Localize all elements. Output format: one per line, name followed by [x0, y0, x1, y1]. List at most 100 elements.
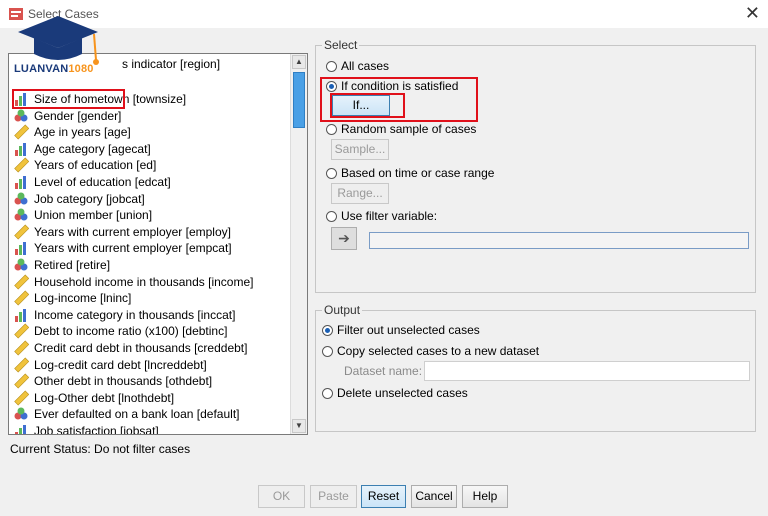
if-condition-label: If condition is satisfied — [341, 79, 459, 93]
list-item[interactable]: Years of education [ed] — [13, 157, 156, 173]
list-item[interactable]: Years with current employer [empcat] — [13, 240, 232, 256]
radio-random-sample[interactable]: Random sample of cases — [326, 122, 476, 136]
radio-button[interactable] — [326, 210, 337, 222]
list-item[interactable]: Debt to income ratio (x100) [debtinc] — [13, 323, 227, 339]
list-item[interactable]: Credit card debt in thousands [creddebt] — [13, 340, 247, 356]
list-item[interactable]: Job satisfaction [jobsat] — [13, 423, 159, 435]
close-icon[interactable]: ✕ — [745, 3, 760, 24]
scale-ruler-icon — [13, 323, 30, 339]
list-item[interactable]: Job category [jobcat] — [13, 191, 145, 207]
nominal-circles-icon — [13, 207, 29, 223]
scale-ruler-icon — [13, 390, 30, 406]
ordinal-bars-icon — [13, 174, 29, 190]
radio-copy-selected[interactable]: Copy selected cases to a new dataset — [322, 344, 539, 358]
variable-label: Job category [jobcat] — [34, 191, 145, 206]
nominal-circles-icon — [13, 257, 29, 273]
scale-ruler-icon — [13, 157, 30, 173]
list-scrollbar[interactable]: ▲ ▼ — [290, 54, 307, 434]
radio-if-condition[interactable]: If condition is satisfied — [326, 79, 458, 93]
radio-filter-variable[interactable]: Use filter variable: — [326, 209, 437, 223]
radio-button[interactable] — [326, 167, 337, 179]
radio-button[interactable] — [322, 345, 333, 357]
list-item[interactable]: Union member [union] — [13, 207, 152, 223]
select-legend: Select — [322, 38, 360, 52]
nominal-circles-icon — [13, 406, 29, 422]
radio-delete-unselected[interactable]: Delete unselected cases — [322, 386, 468, 400]
scale-ruler-icon — [13, 290, 30, 306]
reset-button[interactable]: Reset — [361, 485, 406, 508]
scroll-down-arrow-icon[interactable]: ▼ — [292, 419, 306, 433]
list-item[interactable]: Age in years [age] — [13, 124, 131, 140]
variable-label: Log-income [lninc] — [34, 291, 132, 306]
radio-button[interactable] — [326, 80, 337, 92]
variable-label: Income category in thousands [inccat] — [34, 307, 236, 322]
list-item[interactable]: Gender [gender] — [13, 108, 121, 124]
scale-ruler-icon — [13, 124, 30, 140]
delete-unselected-label: Delete unselected cases — [337, 386, 468, 400]
variable-label: Years with current employer [employ] — [34, 224, 231, 239]
ordinal-bars-icon — [13, 91, 29, 107]
scale-ruler-icon — [13, 373, 30, 389]
variable-label: Years of education [ed] — [34, 158, 157, 173]
variable-label: Job satisfaction [jobsat] — [34, 424, 159, 435]
variable-label: Household income in thousands [income] — [34, 274, 254, 289]
variable-label: Level of education [edcat] — [34, 175, 171, 189]
variable-label: Age in years [age] — [34, 125, 131, 140]
ordinal-bars-icon — [13, 423, 29, 434]
scale-ruler-icon — [13, 224, 30, 240]
list-item[interactable]: Age category [agecat] — [13, 141, 151, 157]
cancel-button[interactable]: Cancel — [411, 485, 457, 508]
ordinal-bars-icon — [13, 307, 29, 323]
current-status: Current Status: Do not filter cases — [10, 442, 191, 456]
scale-ruler-icon — [13, 274, 30, 290]
copy-selected-label: Copy selected cases to a new dataset — [337, 344, 540, 358]
radio-button[interactable] — [322, 387, 333, 399]
radio-time-range[interactable]: Based on time or case range — [326, 166, 494, 180]
logo-wordmark: LUANVAN1080 — [14, 63, 94, 75]
ok-button[interactable]: OK — [258, 485, 305, 508]
range-button[interactable]: Range... — [331, 183, 389, 204]
nominal-circles-icon — [13, 191, 29, 207]
list-item[interactable]: Size of hometown [townsize] — [13, 91, 186, 107]
sample-button[interactable]: Sample... — [331, 139, 389, 160]
radio-filter-out[interactable]: Filter out unselected cases — [322, 323, 480, 337]
move-right-arrow-icon[interactable]: ➔ — [331, 227, 357, 250]
help-button[interactable]: Help — [462, 485, 508, 508]
all-cases-label: All cases — [341, 59, 390, 73]
filter-variable-field[interactable] — [369, 232, 749, 249]
list-item[interactable]: Log-credit card debt [lncreddebt] — [13, 357, 207, 373]
list-item[interactable]: Other debt in thousands [othdebt] — [13, 373, 212, 389]
nominal-circles-icon — [13, 108, 29, 124]
scroll-thumb[interactable] — [293, 72, 305, 128]
radio-all-cases[interactable]: All cases — [326, 59, 389, 73]
list-item[interactable]: Income category in thousands [inccat] — [13, 307, 235, 323]
variable-label: Other debt in thousands [othdebt] — [34, 374, 213, 389]
random-sample-label: Random sample of cases — [341, 122, 477, 136]
scale-ruler-icon — [13, 340, 30, 356]
list-item[interactable]: Household income in thousands [income] — [13, 274, 253, 290]
variable-label: Years with current employer [empcat] — [34, 241, 232, 256]
radio-button[interactable] — [326, 123, 337, 135]
output-legend: Output — [322, 303, 363, 317]
variable-label: Union member [union] — [34, 208, 153, 223]
variable-label: Ever defaulted on a bank loan [default] — [34, 407, 240, 422]
variable-label: Credit card debt in thousands [creddebt] — [34, 341, 248, 355]
scroll-up-arrow-icon[interactable]: ▲ — [292, 55, 306, 69]
radio-button[interactable] — [322, 324, 333, 336]
variable-label: Log-credit card debt [lncreddebt] — [34, 357, 207, 372]
list-item[interactable]: Ever defaulted on a bank loan [default] — [13, 406, 239, 422]
paste-button[interactable]: Paste — [310, 485, 357, 508]
variable-label: Debt to income ratio (x100) [debtinc] — [34, 324, 228, 339]
list-item[interactable]: Retired [retire] — [13, 257, 110, 273]
list-item[interactable]: Level of education [edcat] — [13, 174, 171, 190]
dataset-name-input[interactable] — [424, 361, 750, 381]
variable-label: Retired [retire] — [34, 258, 111, 272]
list-item[interactable]: Log-income [lninc] — [13, 290, 131, 306]
variable-label: Log-Other debt [lnothdebt] — [34, 390, 175, 405]
filter-variable-label: Use filter variable: — [341, 209, 438, 223]
variable-list[interactable]: s indicator [region] Size of hometown [t… — [8, 53, 308, 435]
list-item[interactable]: Log-Other debt [lnothdebt] — [13, 390, 174, 406]
radio-button[interactable] — [326, 60, 337, 72]
if-button[interactable]: If... — [332, 95, 390, 116]
list-item[interactable]: Years with current employer [employ] — [13, 224, 231, 240]
